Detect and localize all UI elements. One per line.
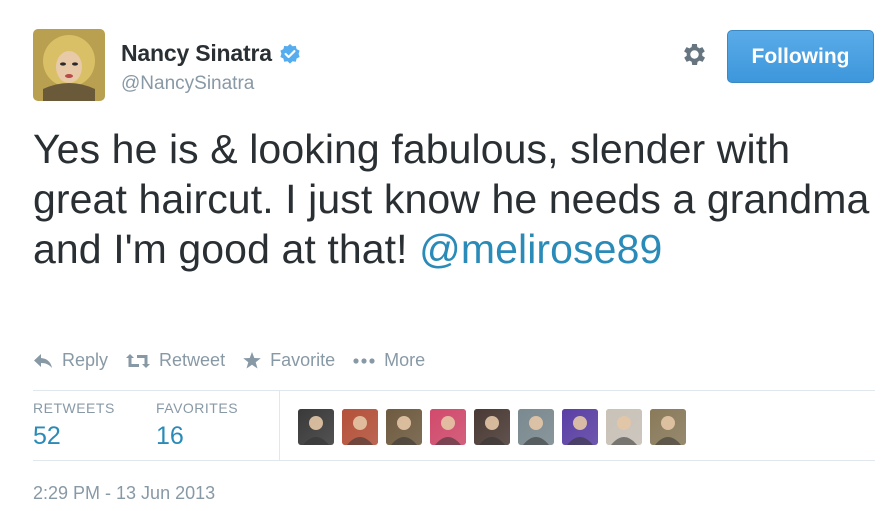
following-button[interactable]: Following — [727, 30, 874, 83]
noh8-avatar[interactable] — [606, 409, 642, 445]
retweet-label: Retweet — [159, 350, 226, 370]
favorites-stat[interactable]: FAVORITES 16 — [156, 400, 238, 451]
favorites-label: FAVORITES — [156, 400, 239, 416]
retweets-count: 52 — [33, 422, 61, 450]
retweets-stat[interactable]: RETWEETS 52 — [33, 400, 115, 451]
chess-pieces-avatar[interactable] — [298, 409, 334, 445]
tweet-text: Yes he is & looking fabulous, slender wi… — [33, 124, 873, 274]
author-avatar[interactable] — [33, 29, 105, 101]
retweet-icon — [126, 353, 151, 368]
tweet-timestamp[interactable]: 2:29 PM - 13 Jun 2013 — [33, 483, 215, 504]
gear-icon[interactable] — [680, 40, 709, 69]
favorite-button[interactable]: Favorite — [243, 350, 335, 371]
favoriter-avatars — [298, 409, 694, 445]
reply-label: Reply — [62, 350, 109, 370]
retweets-label: RETWEETS — [33, 400, 115, 416]
retweet-button[interactable]: Retweet — [126, 350, 225, 371]
reply-icon — [34, 353, 52, 368]
man-cap-avatar[interactable] — [650, 409, 686, 445]
purple-pyramid-avatar[interactable] — [562, 409, 598, 445]
child-photo-avatar[interactable] — [342, 409, 378, 445]
more-dots-icon — [353, 357, 375, 364]
cowboy-avatar[interactable] — [386, 409, 422, 445]
author-display-name[interactable]: Nancy Sinatra — [121, 40, 272, 67]
queen-usa-avatar[interactable] — [430, 409, 466, 445]
stats-separator — [279, 391, 280, 460]
favorites-count: 16 — [156, 422, 184, 450]
favorite-label: Favorite — [270, 350, 336, 370]
more-button[interactable]: More — [353, 350, 425, 371]
more-label: More — [384, 350, 426, 370]
tweet-mention-link[interactable]: @melirose89 — [419, 226, 662, 272]
author-screen-name[interactable]: @NancySinatra — [121, 73, 254, 95]
author-name-row[interactable]: Nancy Sinatra — [121, 40, 301, 67]
star-icon — [243, 352, 261, 369]
stats-bottom-divider — [33, 460, 875, 461]
tweet-actions: Reply Retweet Favorite More — [33, 350, 443, 371]
stats-top-divider — [33, 390, 875, 391]
couple-photo-avatar[interactable] — [474, 409, 510, 445]
reply-button[interactable]: Reply — [33, 350, 108, 371]
verified-badge-icon — [279, 43, 301, 65]
man-photo-avatar[interactable] — [518, 409, 554, 445]
